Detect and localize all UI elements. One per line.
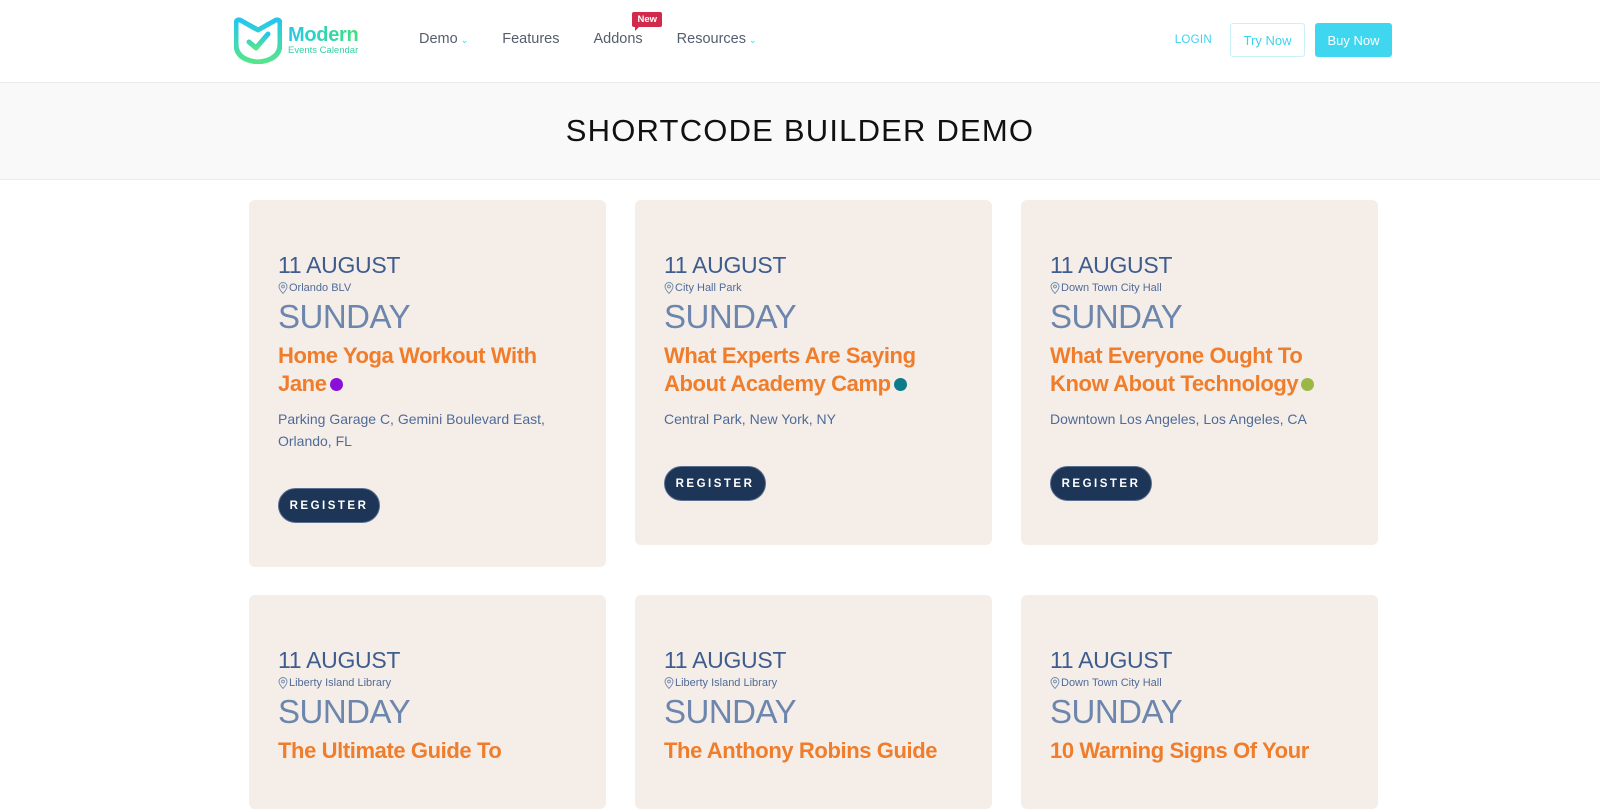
event-title-text[interactable]: What Everyone Ought To Know About Techno…: [1050, 343, 1303, 396]
logo-title: Modern: [288, 23, 359, 46]
event-color-dot: [893, 377, 907, 391]
event-date: 11 AUGUST: [278, 647, 401, 673]
event-card: 11 AUGUST Down Town City Hall SUNDAY What E…: [1021, 200, 1378, 545]
login-link[interactable]: LOGIN: [1175, 34, 1212, 46]
register-button[interactable]: REGISTER: [278, 488, 380, 523]
event-location-text: Orlando BLV: [289, 282, 352, 294]
nav-resources[interactable]: Resources ⌄: [677, 31, 757, 47]
logo[interactable]: Modern Events Calendar: [234, 16, 359, 64]
event-location-text: Down Town City Hall: [1061, 282, 1162, 294]
event-card: 11 AUGUST Liberty Island Library SUNDAY The…: [249, 595, 606, 809]
event-day: SUNDAY: [278, 298, 411, 335]
main-nav: Demo ⌄ Features Addons New Resources ⌄: [419, 12, 791, 47]
event-location: Down Town City Hall: [1050, 282, 1350, 294]
nav-addons[interactable]: Addons New: [593, 12, 663, 47]
event-location-text: City Hall Park: [675, 282, 742, 294]
event-location: Liberty Island Library: [664, 677, 964, 689]
logo-subtitle: Events Calendar: [288, 44, 359, 56]
event-title-text[interactable]: What Experts Are Saying About Academy Ca…: [664, 343, 916, 396]
event-date: 11 AUGUST: [278, 252, 401, 278]
register-button[interactable]: REGISTER: [1050, 466, 1152, 501]
event-location: City Hall Park: [664, 282, 964, 294]
event-day: SUNDAY: [1050, 693, 1183, 730]
event-title[interactable]: What Experts Are Saying About Academy Ca…: [664, 342, 964, 398]
event-title-text[interactable]: 10 Warning Signs Of Your: [1050, 738, 1309, 763]
buy-now-button[interactable]: Buy Now: [1315, 23, 1392, 57]
event-address: Parking Garage C, Gemini Boulevard East,…: [278, 411, 545, 449]
event-address: Central Park, New York, NY: [664, 411, 836, 427]
event-title[interactable]: 10 Warning Signs Of Your: [1050, 737, 1350, 765]
location-pin-icon: [278, 282, 288, 294]
event-card: 11 AUGUST Orlando BLV SUNDAY Home Yoga Work…: [249, 200, 606, 567]
logo-icon: [234, 17, 282, 64]
event-day: SUNDAY: [278, 693, 411, 730]
event-location: Orlando BLV: [278, 282, 578, 294]
location-pin-icon: [664, 677, 674, 689]
nav-demo[interactable]: Demo ⌄: [419, 31, 468, 47]
event-location-text: Liberty Island Library: [675, 677, 778, 689]
title-band: SHORTCODE BUILDER DEMO: [0, 83, 1600, 180]
event-day: SUNDAY: [664, 693, 797, 730]
page-title: SHORTCODE BUILDER DEMO: [565, 113, 1035, 148]
event-title[interactable]: The Ultimate Guide To: [278, 737, 578, 765]
nav-features[interactable]: Features: [502, 31, 559, 47]
new-badge: New: [632, 12, 663, 31]
event-color-dot: [329, 377, 343, 391]
event-address: Downtown Los Angeles, Los Angeles, CA: [1050, 411, 1307, 427]
event-title-text[interactable]: Home Yoga Workout With Jane: [278, 343, 537, 396]
event-card: 11 AUGUST Down Town City Hall SUNDAY 10 War…: [1021, 595, 1378, 809]
location-pin-icon: [1050, 677, 1060, 689]
event-card: 11 AUGUST City Hall Park SUNDAY What Expert…: [635, 200, 992, 545]
site-header: Modern Events Calendar Demo ⌄ Features A…: [0, 0, 1600, 83]
register-button[interactable]: REGISTER: [664, 466, 766, 501]
event-day: SUNDAY: [1050, 298, 1183, 335]
chevron-down-icon: ⌄: [460, 34, 469, 45]
chevron-down-icon: ⌄: [748, 34, 757, 45]
event-location: Liberty Island Library: [278, 677, 578, 689]
event-date: 11 AUGUST: [664, 647, 787, 673]
nav-demo-label: Demo: [419, 31, 458, 47]
event-date: 11 AUGUST: [1050, 647, 1173, 673]
event-title-text[interactable]: The Ultimate Guide To: [278, 738, 502, 763]
location-pin-icon: [278, 677, 288, 689]
try-now-button[interactable]: Try Now: [1230, 23, 1305, 57]
event-card: 11 AUGUST Liberty Island Library SUNDAY The…: [635, 595, 992, 809]
nav-addons-label: Addons: [593, 31, 643, 47]
event-date: 11 AUGUST: [664, 252, 787, 278]
event-date: 11 AUGUST: [1050, 252, 1173, 278]
event-title[interactable]: The Anthony Robins Guide: [664, 737, 964, 765]
location-pin-icon: [664, 282, 674, 294]
events-grid: 11 AUGUST Orlando BLV SUNDAY Home Yoga Work…: [249, 200, 1379, 809]
event-location: Down Town City Hall: [1050, 677, 1350, 689]
nav-features-label: Features: [502, 31, 560, 47]
event-location-text: Liberty Island Library: [289, 677, 392, 689]
nav-resources-label: Resources: [676, 31, 746, 47]
event-day: SUNDAY: [664, 298, 797, 335]
event-title[interactable]: What Everyone Ought To Know About Techno…: [1050, 342, 1350, 398]
event-title[interactable]: Home Yoga Workout With Jane: [278, 342, 578, 398]
event-title-text[interactable]: The Anthony Robins Guide: [664, 738, 938, 763]
event-location-text: Down Town City Hall: [1061, 677, 1162, 689]
event-color-dot: [1301, 377, 1315, 391]
location-pin-icon: [1050, 282, 1060, 294]
